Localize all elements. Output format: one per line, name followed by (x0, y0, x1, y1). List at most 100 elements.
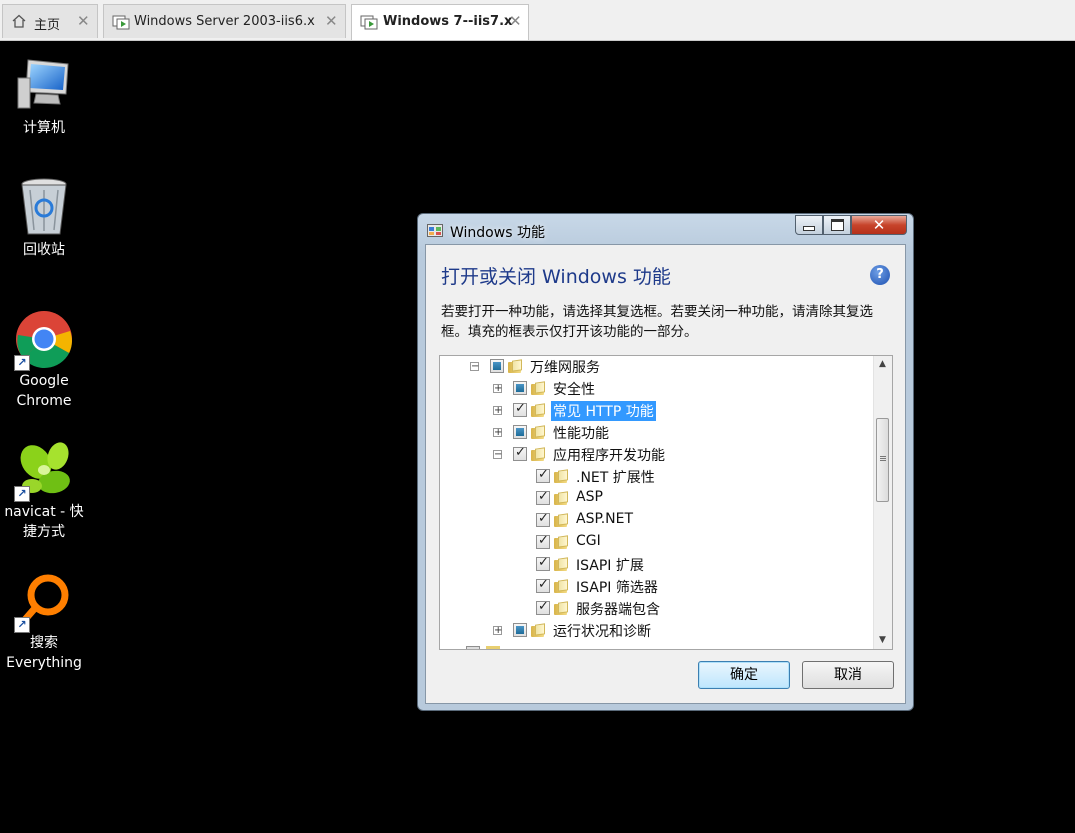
scroll-down-arrow-icon[interactable]: ▼ (874, 632, 891, 649)
vm-icon (360, 15, 378, 30)
folder-icon (508, 360, 523, 373)
desktop-icon-label: 回收站 (23, 242, 65, 258)
tree-row[interactable]: ✓ ISAPI 筛选器 (440, 576, 874, 598)
vm-icon (112, 15, 130, 30)
tree-scrollbar[interactable]: ▲ ▼ (873, 356, 892, 649)
scroll-thumb[interactable] (876, 418, 889, 502)
dialog-body: 打开或关闭 Windows 功能 ? 若要打开一种功能，请选择其复选框。若要关闭… (425, 244, 906, 704)
feature-label: 万维网服务 (530, 360, 600, 376)
feature-checkbox[interactable]: ✓ (536, 533, 550, 549)
ok-button[interactable]: 确定 (698, 661, 790, 689)
folder-icon (554, 536, 569, 549)
close-icon: ✕ (872, 216, 886, 234)
desktop-icon-google-chrome[interactable]: ↗ Google Chrome (0, 309, 88, 411)
folder-icon (531, 624, 546, 637)
collapse-icon[interactable]: − (470, 362, 479, 372)
tab-label: Windows 7--iis7.x (383, 14, 513, 29)
feature-label: 应用程序开发功能 (553, 448, 665, 464)
folder-icon (554, 558, 569, 571)
feature-checkbox[interactable]: ✓ (536, 467, 550, 483)
maximize-button[interactable] (823, 215, 851, 235)
tree-row[interactable]: ✓ 服务器端包含 (440, 598, 874, 620)
close-icon[interactable]: ✕ (509, 12, 522, 30)
windows-features-icon (427, 224, 443, 237)
window-controls: ✕ (795, 215, 907, 237)
tab-windows-7-iis7[interactable]: Windows 7--iis7.x ✕ (351, 4, 529, 40)
close-icon[interactable]: ✕ (325, 12, 338, 30)
expand-icon[interactable]: + (493, 428, 502, 438)
feature-checkbox[interactable]: ✓ (536, 577, 550, 593)
folder-icon (531, 404, 546, 417)
minimize-button[interactable] (795, 215, 823, 235)
expand-icon[interactable]: + (493, 406, 502, 416)
folder-icon (531, 426, 546, 439)
folder-icon (531, 448, 546, 461)
feature-label: ASP (576, 489, 603, 505)
expand-icon[interactable]: + (493, 384, 502, 394)
expand-icon[interactable]: + (493, 626, 502, 636)
recycle-bin-icon (14, 178, 74, 238)
tree-row[interactable]: − 万维网服务 (440, 356, 874, 378)
desktop-icon-navicat[interactable]: ↗ navicat - 快捷方式 (0, 440, 88, 542)
dialog-heading: 打开或关闭 Windows 功能 (441, 266, 671, 288)
feature-checkbox[interactable]: ✓ (536, 599, 550, 615)
close-button[interactable]: ✕ (851, 215, 907, 235)
desktop-icon-label: navicat - 快捷方式 (4, 504, 84, 540)
shortcut-arrow-icon: ↗ (14, 617, 30, 633)
folder-icon (554, 470, 569, 483)
maximize-icon (830, 219, 844, 231)
computer-icon (14, 56, 74, 116)
tab-windows-server-2003[interactable]: Windows Server 2003-iis6.x ✕ (103, 4, 346, 38)
dialog-title: Windows 功能 (450, 225, 545, 241)
dialog-description: 若要打开一种功能，请选择其复选框。若要关闭一种功能，请清除其复选框。填充的框表示… (441, 304, 873, 340)
folder-icon (554, 580, 569, 593)
folder-icon (554, 514, 569, 527)
feature-label: ISAPI 筛选器 (576, 580, 658, 596)
help-icon[interactable]: ? (870, 265, 890, 285)
feature-label: 服务器端包含 (576, 602, 660, 618)
home-icon (12, 14, 26, 28)
feature-checkbox[interactable] (513, 425, 527, 439)
desktop-icon-everything[interactable]: ↗ 搜索 Everything (0, 571, 88, 673)
folder-icon (531, 382, 546, 395)
tab-label: 主页 (34, 18, 61, 33)
tab-bar: 主页 ✕ Windows Server 2003-iis6.x ✕ Window… (0, 0, 1075, 41)
feature-checkbox[interactable]: ✓ (513, 445, 527, 461)
feature-label: 安全性 (553, 382, 595, 398)
everything-icon: ↗ (14, 571, 74, 633)
desktop-icon-label: Google Chrome (16, 373, 72, 409)
tree-row[interactable]: ✓ ASP.NET (440, 510, 874, 532)
folder-icon (554, 602, 569, 615)
tree-row[interactable]: + 安全性 (440, 378, 874, 400)
chrome-icon: ↗ (14, 309, 74, 371)
tree-row[interactable]: + ✓ 常见 HTTP 功能 (440, 400, 874, 422)
scroll-up-arrow-icon[interactable]: ▲ (874, 356, 891, 373)
desktop-icon-computer[interactable]: 计算机 (0, 56, 88, 138)
desktop-icon-recycle-bin[interactable]: 回收站 (0, 178, 88, 260)
close-icon[interactable]: ✕ (77, 12, 90, 30)
feature-label: .NET 扩展性 (576, 470, 655, 486)
shortcut-arrow-icon: ↗ (14, 486, 30, 502)
cancel-button[interactable]: 取消 (802, 661, 894, 689)
feature-label: CGI (576, 533, 601, 549)
feature-checkbox[interactable] (513, 381, 527, 395)
tree-row[interactable]: + 性能功能 (440, 422, 874, 444)
tree-row[interactable]: + 运行状况和诊断 (440, 620, 874, 642)
tree-row[interactable]: − ✓ 应用程序开发功能 (440, 444, 874, 466)
windows-features-dialog: Windows 功能 ✕ 打开或关闭 Windows 功能 ? 若要打开一种功能… (417, 213, 914, 711)
feature-checkbox[interactable]: ✓ (536, 555, 550, 571)
feature-label: ISAPI 扩展 (576, 558, 644, 574)
collapse-icon[interactable]: − (493, 450, 502, 460)
tree-row[interactable]: ✓ ISAPI 扩展 (440, 554, 874, 576)
feature-checkbox[interactable]: ✓ (513, 401, 527, 417)
feature-checkbox[interactable]: ✓ (536, 489, 550, 505)
tab-home[interactable]: 主页 ✕ (2, 4, 98, 38)
tree-row[interactable]: ✓ CGI (440, 532, 874, 554)
tree-row[interactable]: ✓ .NET 扩展性 (440, 466, 874, 488)
features-tree[interactable]: + 运行状况和诊断 ✓ 服务器端包含 ✓ ISAPI 筛选器 ✓ ISAPI 扩展 ✓ CGI ✓ A… (439, 355, 893, 650)
feature-checkbox[interactable] (490, 359, 504, 373)
tree-row[interactable]: ✓ ASP (440, 488, 874, 510)
feature-checkbox[interactable]: ✓ (536, 511, 550, 527)
tab-label: Windows Server 2003-iis6.x (134, 14, 315, 29)
feature-checkbox[interactable] (513, 623, 527, 637)
